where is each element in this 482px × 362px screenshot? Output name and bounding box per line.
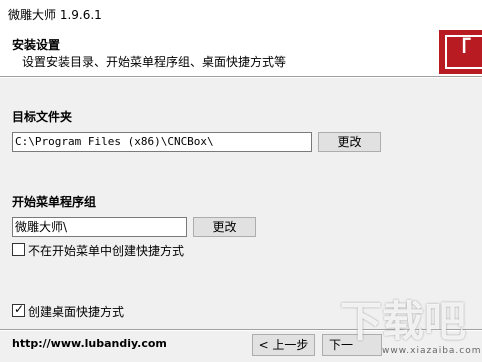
header-title: 安装设置 [12, 38, 61, 52]
target-folder-label: 目标文件夹 [12, 110, 73, 124]
no-start-menu-shortcut-label[interactable]: 不在开始菜单中创建快捷方式 [28, 242, 184, 259]
desktop-shortcut-checkbox[interactable]: ✓ [12, 302, 25, 317]
watermark-text: 下载吧 [340, 297, 467, 346]
website-link[interactable]: http://www.lubandiy.com [12, 337, 167, 350]
start-menu-label: 开始菜单程序组 [12, 195, 97, 209]
check-icon: ✓ [14, 302, 25, 316]
header-divider-highlight [0, 77, 482, 78]
desktop-shortcut-label[interactable]: 创建桌面快捷方式 [28, 303, 124, 320]
no-start-menu-shortcut-checkbox[interactable] [12, 243, 25, 256]
header-panel: 安装设置 设置安装目录、开始菜单程序组、桌面快捷方式等 [0, 26, 482, 76]
target-folder-input[interactable]: C:\Program Files (x86)\CNCBox\ [12, 132, 312, 152]
window-title: 微雕大师 1.9.6.1 [8, 8, 102, 22]
logo-glyph: 「 [449, 38, 472, 63]
header-subtitle: 设置安装目录、开始菜单程序组、桌面快捷方式等 [22, 55, 287, 69]
start-menu-change-button[interactable]: 更改 [193, 217, 256, 237]
target-folder-change-button[interactable]: 更改 [318, 132, 381, 152]
title-bar: 微雕大师 1.9.6.1 [0, 0, 482, 26]
watermark-url: www.xiazaiba.com [382, 346, 482, 356]
start-menu-group-input[interactable]: 微雕大师\ [12, 217, 187, 237]
back-button[interactable]: < 上一步 [252, 334, 315, 356]
watermark: 下载吧 www.xiazaiba.com [340, 298, 482, 362]
app-logo: 「 [439, 30, 482, 74]
